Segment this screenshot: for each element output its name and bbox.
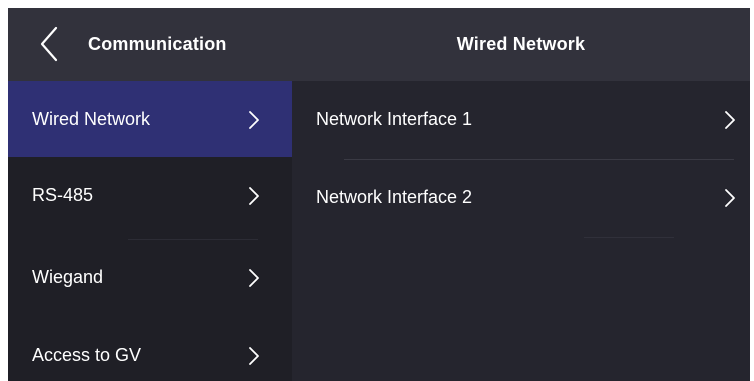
content-panel: Network Interface 1 Network Interface 2 bbox=[292, 81, 750, 381]
device-screen: Communication Wired Network Wired Networ… bbox=[8, 8, 750, 381]
top-bar: Communication Wired Network bbox=[8, 8, 750, 81]
sidebar-item-access-to-gv[interactable]: Access to GV bbox=[8, 317, 292, 381]
chevron-right-icon bbox=[249, 111, 259, 129]
chevron-right-icon bbox=[249, 269, 259, 287]
sidebar: Wired Network RS-485 Wiegand Access to G… bbox=[8, 81, 292, 381]
row-label: Network Interface 1 bbox=[316, 109, 473, 129]
row-label: Network Interface 2 bbox=[316, 187, 473, 207]
sidebar-item-rs-485[interactable]: RS-485 bbox=[8, 157, 292, 233]
chevron-right-icon bbox=[249, 187, 259, 205]
chevron-right-icon bbox=[249, 347, 259, 365]
network-interface-2-row[interactable]: Network Interface 2 bbox=[292, 159, 750, 235]
sidebar-item-wiegand[interactable]: Wiegand bbox=[8, 239, 292, 315]
row-divider bbox=[584, 237, 674, 238]
chevron-right-icon bbox=[725, 189, 735, 207]
sidebar-item-label: RS-485 bbox=[32, 185, 94, 205]
network-interface-1-row[interactable]: Network Interface 1 bbox=[292, 81, 750, 157]
sidebar-item-label: Wiegand bbox=[32, 267, 104, 287]
back-button[interactable] bbox=[34, 24, 66, 64]
section-title: Communication bbox=[88, 34, 227, 54]
chevron-right-icon bbox=[725, 111, 735, 129]
sidebar-item-label: Wired Network bbox=[32, 109, 151, 129]
chevron-left-icon bbox=[40, 26, 58, 62]
sidebar-item-label: Access to GV bbox=[32, 345, 142, 365]
page-title: Wired Network bbox=[456, 34, 586, 54]
sidebar-item-wired-network[interactable]: Wired Network bbox=[8, 81, 292, 157]
